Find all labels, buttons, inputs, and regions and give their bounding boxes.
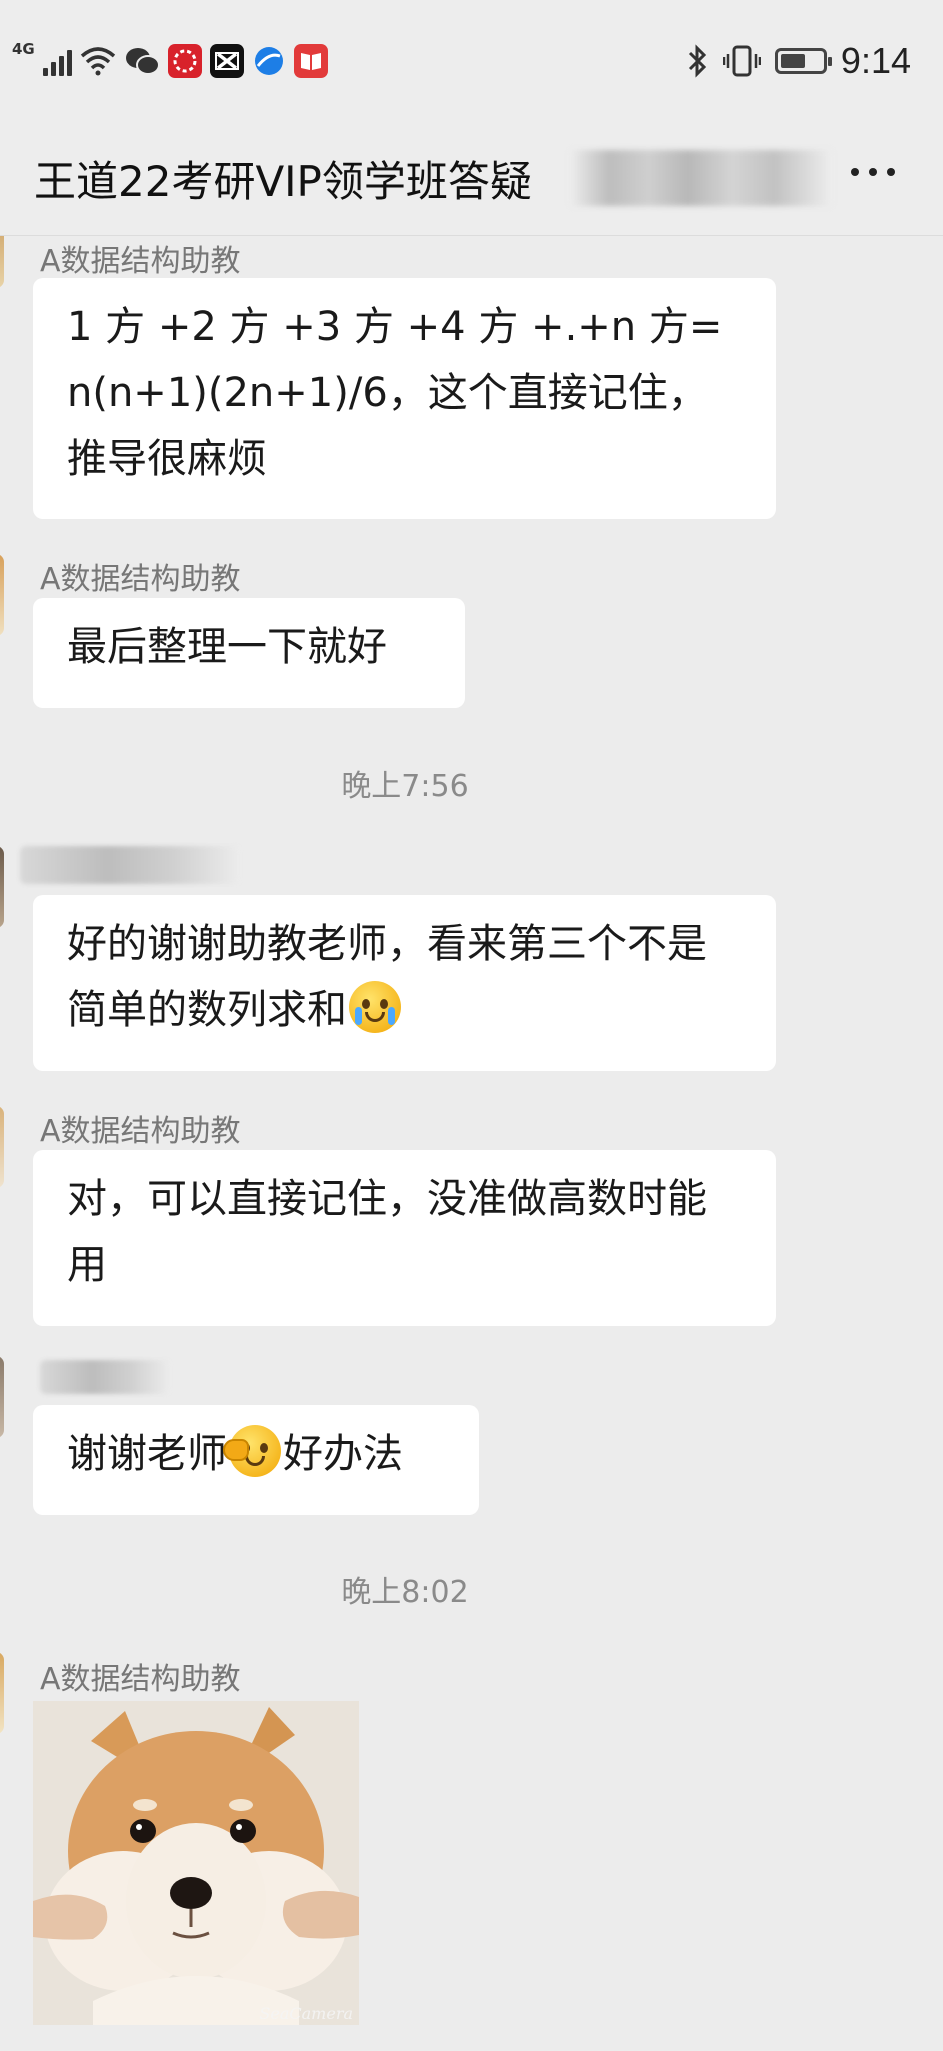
clock: 9:14 [840,40,911,81]
avatar[interactable] [0,1652,4,1734]
sticker-watermark: SeaCamera [259,2004,353,2023]
crying-face-icon [349,981,401,1033]
message-bubble[interactable]: 最后整理一下就好 [33,598,465,708]
chat-title[interactable]: 王道22考研VIP领学班答疑 [34,148,532,209]
chat-title-bar: 王道22考研VIP领学班答疑 [0,120,943,236]
avatar[interactable] [0,846,4,928]
network-type: 4G [12,40,35,58]
message-text: 最后整理一下就好 [67,624,387,670]
avatar[interactable] [0,1106,4,1188]
message-bubble[interactable]: 对，可以直接记住，没准做高数时能用 [33,1150,776,1326]
sender-name: A数据结构助教 [40,1114,241,1149]
message-text: 对，可以直接记住，没准做高数时能用 [67,1176,707,1288]
sender-name-redacted [40,1360,170,1394]
battery-icon [774,48,832,74]
status-right-icons: 9:14 [687,40,911,82]
message-bubble[interactable]: 谢谢老师 好办法 [33,1405,479,1515]
status-left-icons: 4G [12,40,328,78]
avatar[interactable] [0,1356,4,1438]
message-bubble[interactable]: 1 方 +2 方 +3 方 +4 方 +.+n 方=n(n+1)(2n+1)/6… [33,278,776,519]
message-text: 1 方 +2 方 +3 方 +4 方 +.+n 方=n(n+1)(2n+1)/6… [67,304,723,482]
sender-name-redacted [20,846,240,884]
more-dots-icon[interactable] [851,168,895,176]
sender-name: A数据结构助教 [40,562,241,597]
avatar[interactable] [0,236,4,288]
message-text: 谢谢老师 [67,1431,227,1477]
sender-name: A数据结构助教 [40,244,241,279]
timestamp: 晚上8:02 [341,1575,469,1610]
book-app-icon [293,44,328,78]
timestamp: 晚上7:56 [341,769,469,804]
face-palm-icon [223,1425,281,1477]
message-bubble[interactable]: 好的谢谢助教老师，看来第三个不是简单的数列求和 [33,895,776,1071]
shiba-dog-image [33,1701,359,2025]
signal-icon [42,46,72,76]
sender-name: A数据结构助教 [40,1662,241,1697]
chat-message-list[interactable]: A数据结构助教 1 方 +2 方 +3 方 +4 方 +.+n 方=n(n+1)… [0,236,943,2051]
capcut-icon [209,44,244,78]
status-bar: 4G 9:14 [0,0,943,120]
wechat-icon [125,48,160,75]
avatar[interactable] [0,554,4,636]
vibrate-icon [722,45,761,77]
message-text-after-emoji: 好办法 [283,1431,403,1477]
shiba-dog-sticker[interactable]: SeaCamera [33,1701,359,2025]
red-app-icon [167,44,202,78]
wifi-icon [80,47,115,76]
browser-icon [252,44,286,78]
title-redacted-blur [570,150,832,206]
bluetooth-icon [688,44,707,78]
